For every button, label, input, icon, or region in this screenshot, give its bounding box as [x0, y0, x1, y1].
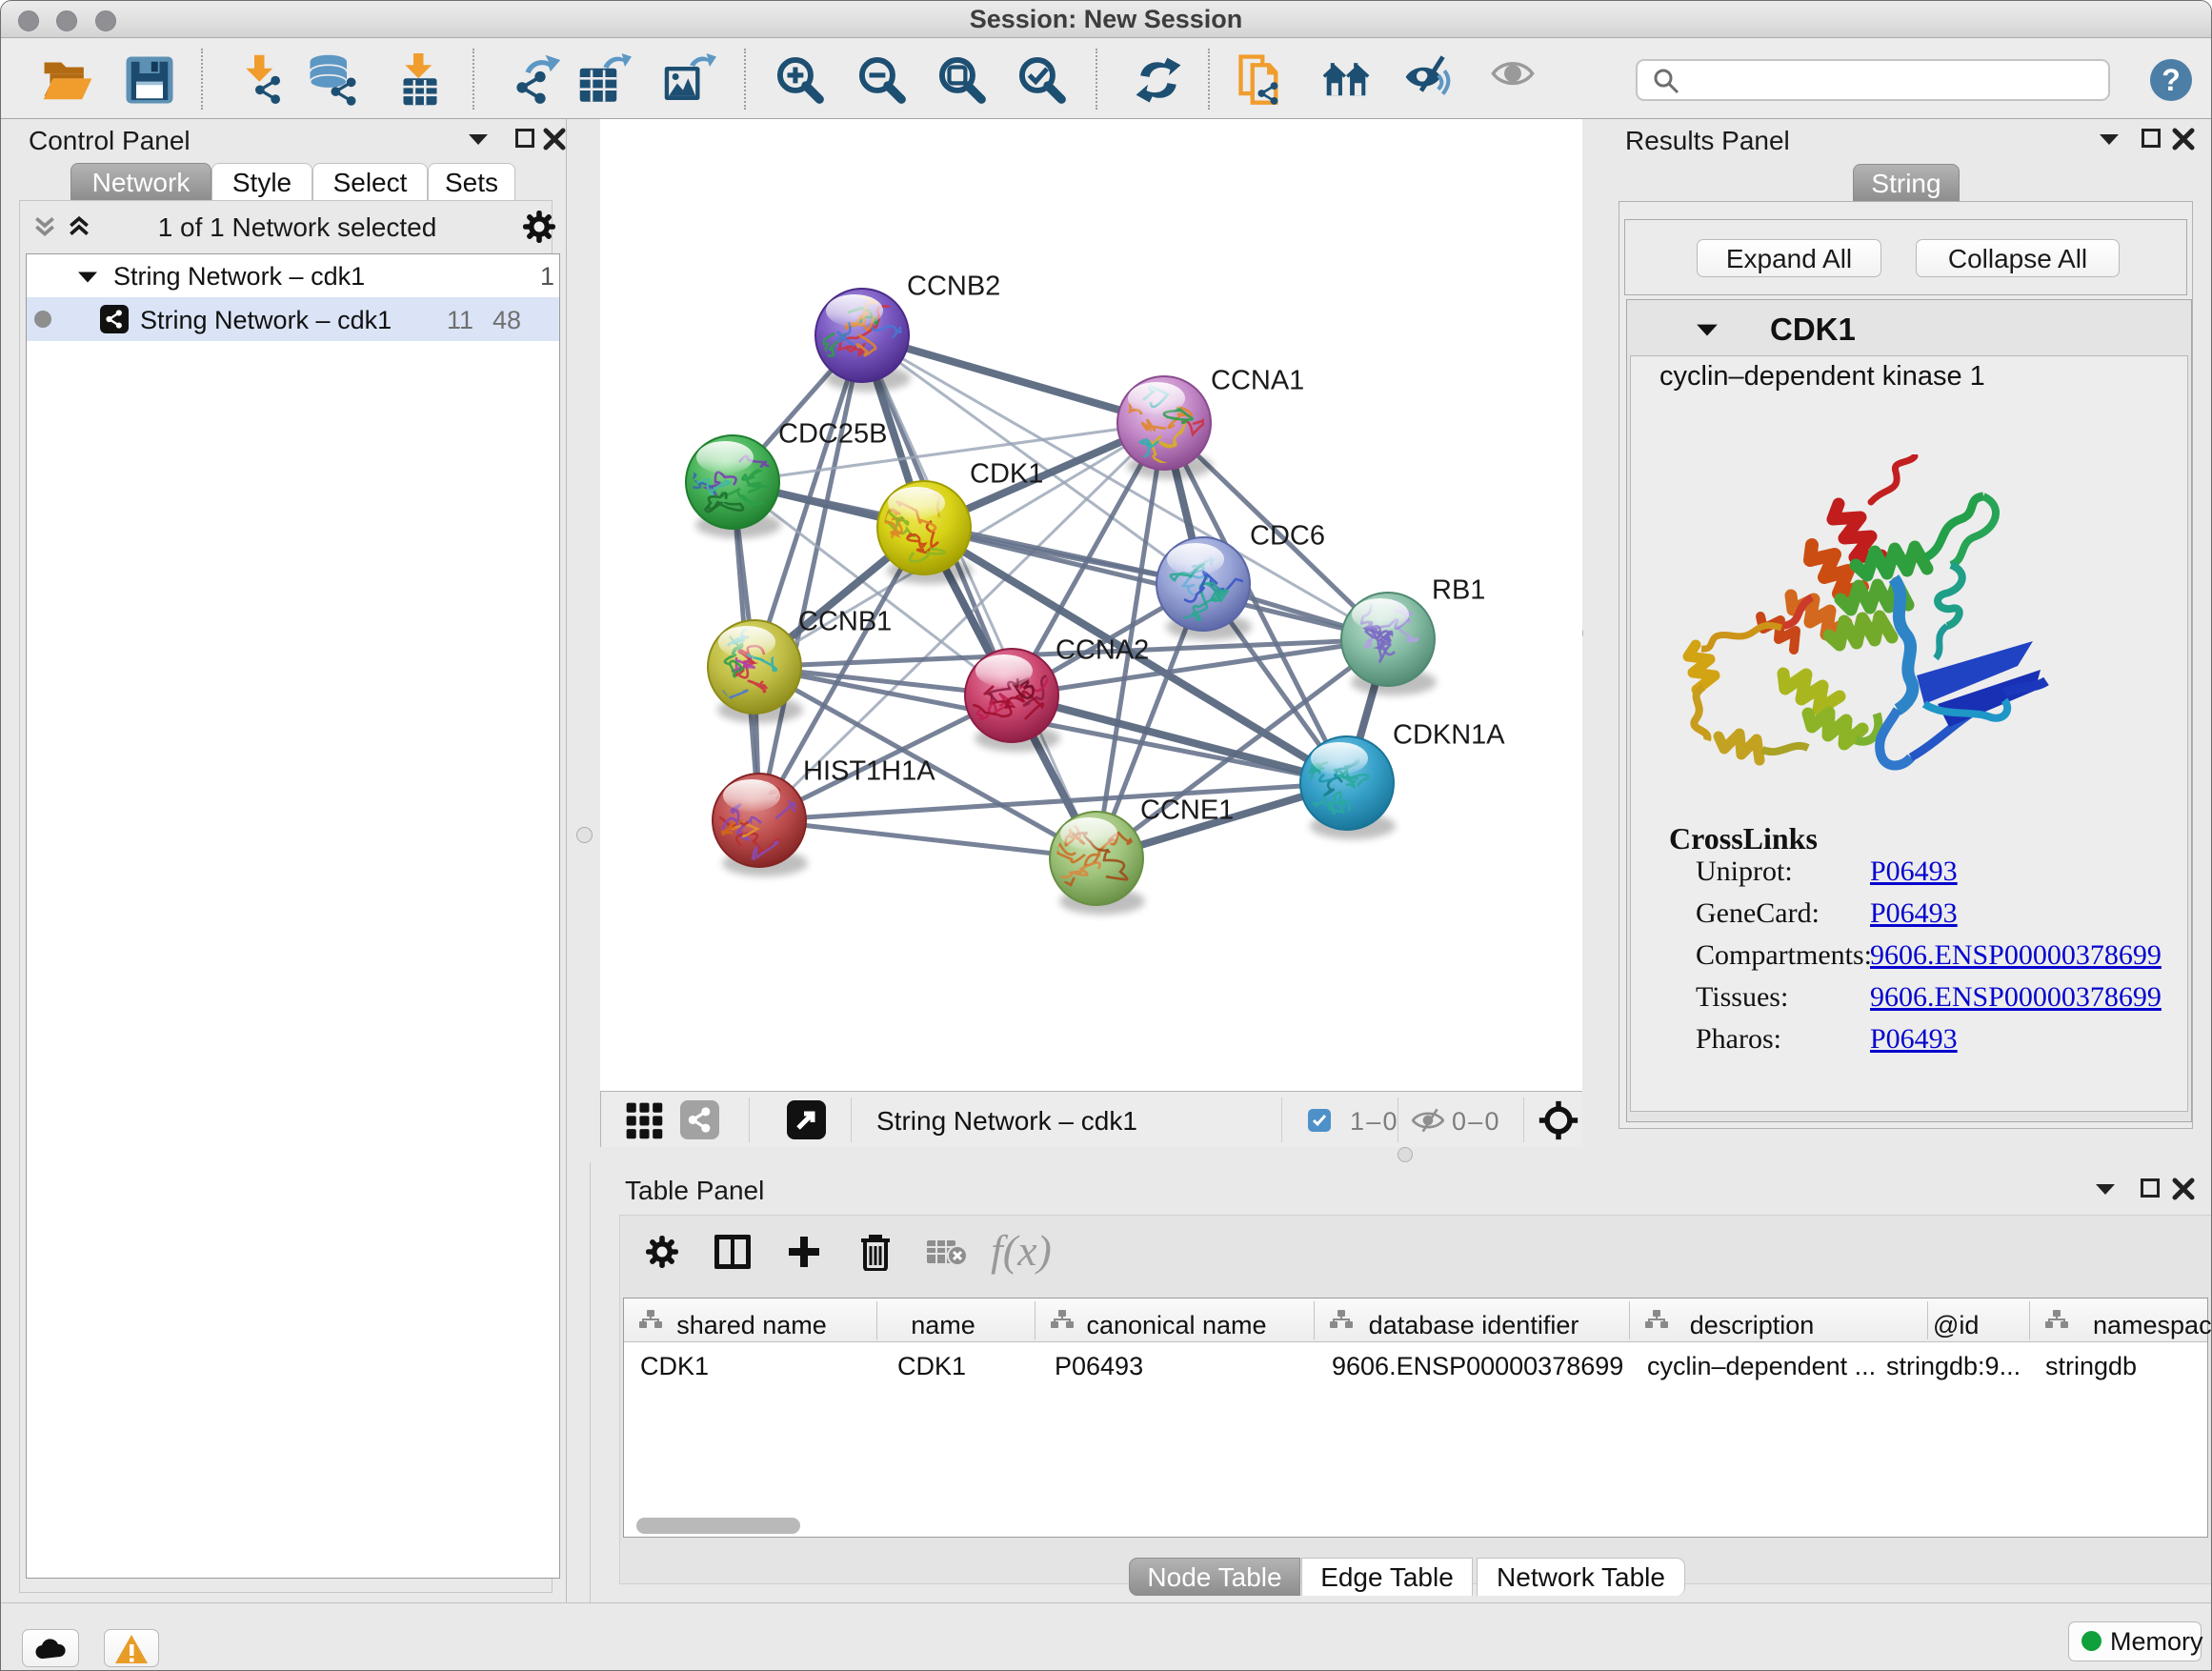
svg-text:CDC6: CDC6 [1250, 521, 1325, 552]
svg-text:CCNB2: CCNB2 [907, 272, 1000, 302]
svg-text:CCNA2: CCNA2 [1056, 635, 1149, 666]
svg-text:CCNB1: CCNB1 [798, 607, 892, 637]
svg-text:CCNE1: CCNE1 [1140, 795, 1234, 826]
svg-text:RB1: RB1 [1432, 575, 1485, 606]
svg-text:CCNA1: CCNA1 [1211, 366, 1304, 396]
svg-text:CDKN1A: CDKN1A [1393, 720, 1505, 751]
svg-text:CDC25B: CDC25B [778, 419, 887, 450]
svg-text:HIST1H1A: HIST1H1A [803, 756, 935, 787]
svg-text:CDK1: CDK1 [970, 459, 1043, 490]
